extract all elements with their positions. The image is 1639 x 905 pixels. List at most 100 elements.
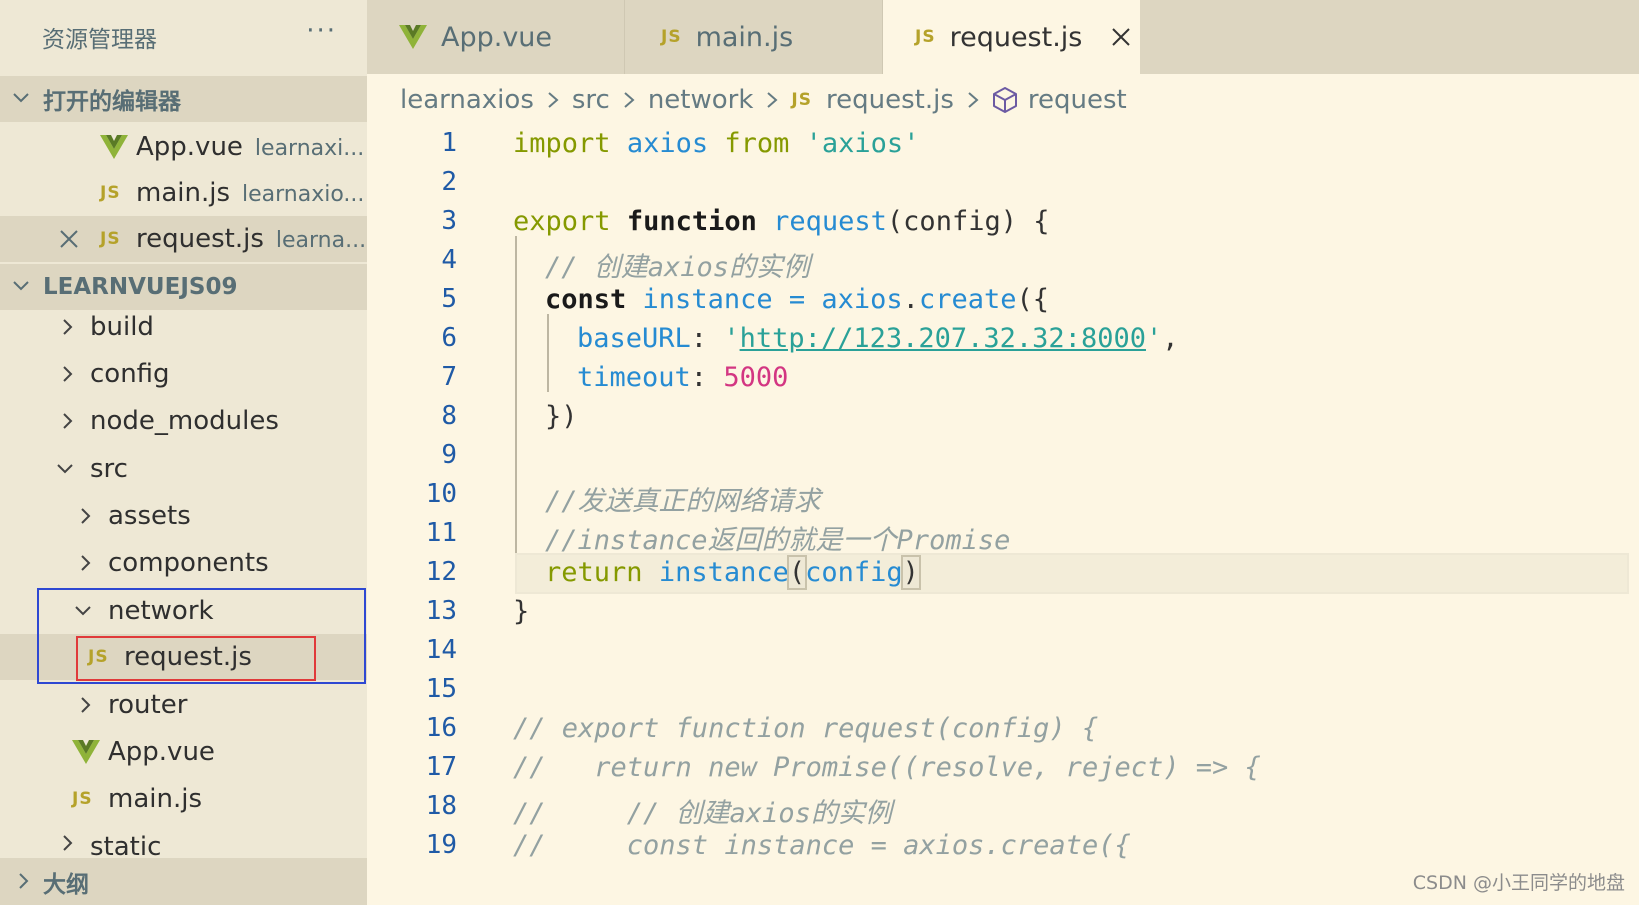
line-number: 10 (425, 479, 457, 509)
chevron-right-icon (81, 697, 91, 713)
open-editor-request-js[interactable]: JS request.js learna... (0, 216, 367, 262)
code-line[interactable]: 16 // export function request(config) { (367, 709, 1639, 750)
line-number: 8 (441, 401, 457, 431)
line-number: 14 (425, 635, 457, 665)
code-line[interactable]: 4 // 创建axios的实例 (367, 241, 1639, 283)
code-line[interactable]: 2 (367, 163, 1639, 204)
code-line[interactable]: 11 //instance返回的就是一个Promise (367, 514, 1639, 556)
chevron-down-icon (13, 281, 29, 291)
code-line[interactable]: 19 // const instance = axios.create({ (367, 826, 1639, 867)
breadcrumb-item[interactable]: learnaxios (400, 85, 534, 115)
chevron-down-icon (57, 464, 73, 474)
tree-item-label: components (108, 548, 269, 578)
line-number: 11 (425, 518, 457, 548)
code-line[interactable]: 9 (367, 436, 1639, 477)
breadcrumb-item[interactable]: request.js (826, 85, 954, 115)
code-line[interactable]: 1 import axios from 'axios' (367, 124, 1639, 165)
tree-item-main-js[interactable]: JS main.js (0, 776, 367, 822)
tree-item-label: main.js (108, 784, 202, 814)
code-editor[interactable]: 1 import axios from 'axios' 2 3 export f… (367, 124, 1639, 905)
tree-item-static[interactable]: static (0, 822, 367, 858)
open-editor-name: request.js (136, 224, 264, 254)
line-number: 19 (425, 830, 457, 860)
chevron-right-icon (63, 413, 73, 429)
tree-item-components[interactable]: components (0, 540, 367, 586)
tree-item-app-vue[interactable]: App.vue (0, 729, 367, 775)
chevron-right-icon (548, 92, 559, 108)
chevron-right-icon (63, 835, 73, 851)
code-line[interactable]: 17 // return new Promise((resolve, rejec… (367, 748, 1639, 789)
outline-label: 大纲 (43, 871, 89, 898)
line-number: 7 (441, 362, 457, 392)
breadcrumb-item[interactable]: request (1028, 85, 1127, 115)
tab-request-js[interactable]: JS request.js (883, 0, 1140, 74)
tree-item-assets[interactable]: assets (0, 493, 367, 539)
js-icon: JS (915, 27, 936, 47)
line-number: 9 (441, 440, 457, 470)
breadcrumb-item[interactable]: src (572, 85, 610, 115)
line-number: 4 (441, 245, 457, 275)
line-number: 3 (441, 206, 457, 236)
tree-item-router[interactable]: router (0, 682, 367, 728)
close-icon[interactable] (58, 228, 80, 250)
line-number: 18 (425, 791, 457, 821)
code-line-current[interactable]: 12 return instance(config) (367, 553, 1639, 594)
open-editor-desc: learnaxio... (242, 182, 365, 207)
line-number: 1 (441, 128, 457, 158)
open-editor-main-js[interactable]: JS main.js learnaxio... (0, 170, 367, 216)
open-editor-name: main.js (136, 178, 230, 208)
js-icon: JS (100, 183, 121, 203)
tree-item-label: static (90, 832, 162, 858)
line-number: 17 (425, 752, 457, 782)
open-editor-name: App.vue (136, 132, 243, 162)
ellipsis-icon[interactable]: ··· (306, 16, 337, 46)
tree-item-config[interactable]: config (0, 351, 367, 397)
outline-header[interactable]: 大纲 (0, 858, 367, 905)
url-link[interactable]: http://123.207.32.32:8000 (740, 323, 1146, 354)
code-line[interactable]: 13 } (367, 592, 1639, 633)
breadcrumb-item[interactable]: network (648, 85, 754, 115)
project-label: LEARNVUEJS09 (43, 274, 238, 300)
js-icon: JS (791, 90, 812, 110)
explorer-title-label: 资源管理器 (42, 27, 157, 53)
tab-label: main.js (695, 21, 794, 53)
code-line[interactable]: 10 //发送真正的网络请求 (367, 475, 1639, 517)
code-line[interactable]: 7 timeout: 5000 (367, 358, 1639, 399)
cube-icon (992, 87, 1017, 113)
code-line[interactable]: 3 export function request(config) { (367, 202, 1639, 243)
open-editors-label: 打开的编辑器 (43, 89, 181, 115)
js-icon: JS (100, 229, 121, 249)
js-icon: JS (72, 789, 93, 809)
code-line[interactable]: 6 baseURL: 'http://123.207.32.32:8000', (367, 319, 1639, 360)
chevron-down-icon (13, 93, 29, 103)
tree-item-label: App.vue (108, 737, 215, 767)
explorer-sidebar: 资源管理器 ··· 打开的编辑器 App.vue learnaxi... JS m… (0, 0, 367, 905)
tree-item-src[interactable]: src (0, 446, 367, 492)
vue-icon (399, 24, 427, 50)
open-editor-desc: learna... (275, 228, 367, 253)
line-number: 13 (425, 596, 457, 626)
open-editors-header[interactable]: 打开的编辑器 (0, 76, 367, 122)
tab-label: request.js (949, 21, 1083, 53)
code-line[interactable]: 5 const instance = axios.create({ (367, 280, 1639, 321)
line-number: 15 (425, 674, 457, 704)
tree-item-label: assets (108, 501, 191, 531)
code-line[interactable]: 14 (367, 631, 1639, 672)
tab-app-vue[interactable]: App.vue (367, 0, 625, 74)
vue-icon (100, 124, 128, 170)
tree-item-label: router (108, 690, 188, 720)
tab-bar: App.vue JS main.js JS request.js (367, 0, 1639, 74)
tab-main-js[interactable]: JS main.js (625, 0, 883, 74)
close-icon[interactable] (1110, 26, 1132, 48)
open-editor-app-vue[interactable]: App.vue learnaxi... (0, 124, 367, 170)
chevron-right-icon (81, 508, 91, 524)
code-line[interactable]: 15 (367, 670, 1639, 711)
chevron-right-icon (624, 92, 635, 108)
code-line[interactable]: 8 }) (367, 397, 1639, 438)
tree-item-node-modules[interactable]: node_modules (0, 398, 367, 444)
line-number: 5 (441, 284, 457, 314)
line-number: 12 (425, 557, 457, 587)
tree-item-build[interactable]: build (0, 304, 367, 350)
code-line[interactable]: 18 // // 创建axios的实例 (367, 787, 1639, 829)
line-number: 16 (425, 713, 457, 743)
